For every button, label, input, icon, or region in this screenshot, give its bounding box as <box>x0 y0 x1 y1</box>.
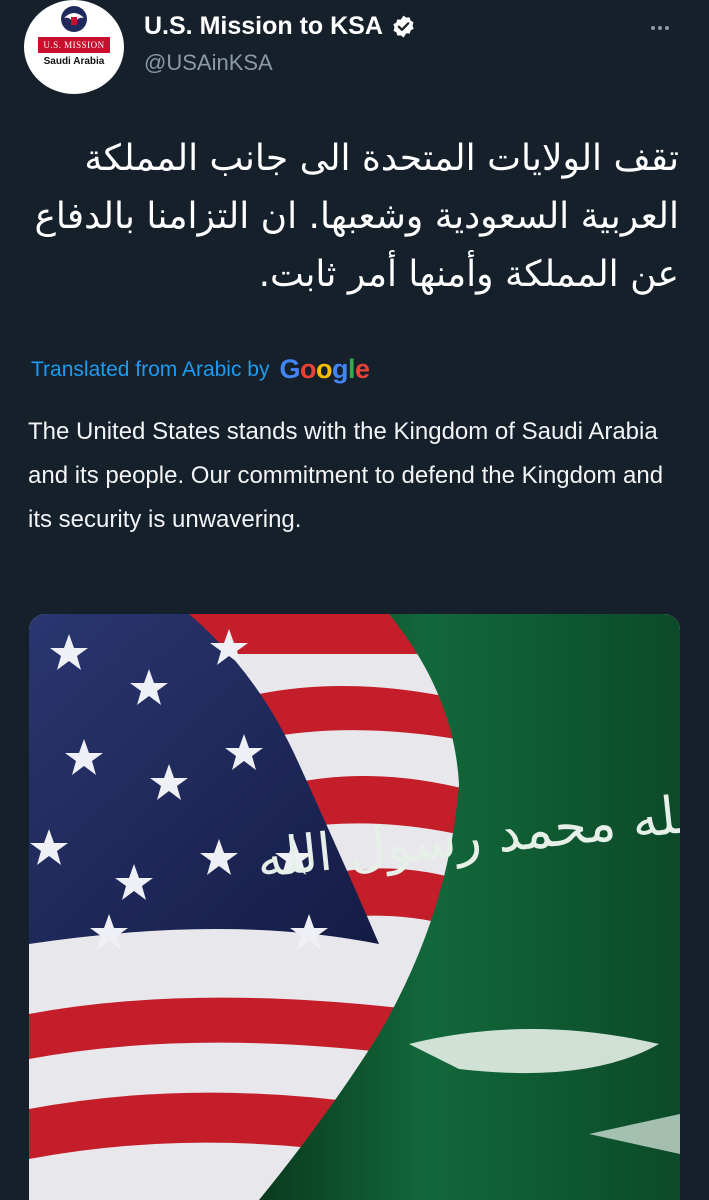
avatar-ribbon: U.S. MISSION <box>38 37 110 53</box>
more-options-icon[interactable] <box>648 16 672 40</box>
display-name[interactable]: U.S. Mission to KSA <box>144 12 383 41</box>
translation-label[interactable]: Translated from Arabic by <box>31 358 270 382</box>
avatar-place: Saudi Arabia <box>43 56 105 67</box>
author-handle[interactable]: @USAinKSA <box>144 50 273 76</box>
translation-attribution[interactable]: Translated from Arabic by Google <box>31 354 370 385</box>
eagle-seal-icon <box>61 6 87 32</box>
verified-badge-icon <box>393 15 414 38</box>
author-name-row[interactable]: U.S. Mission to KSA <box>144 12 416 41</box>
tweet-text-arabic: تقف الولايات المتحدة الى جانب المملكة ال… <box>34 138 679 295</box>
google-logo: Google <box>279 354 371 384</box>
tweet-text-translation: The United States stands with the Kingdo… <box>28 418 664 533</box>
tweet-image[interactable]: لا إله إلا الله محمد رسول الله <box>29 614 680 1200</box>
flags-illustration: لا إله إلا الله محمد رسول الله <box>29 614 680 1200</box>
avatar[interactable]: U.S. MISSION Saudi Arabia <box>24 0 124 94</box>
